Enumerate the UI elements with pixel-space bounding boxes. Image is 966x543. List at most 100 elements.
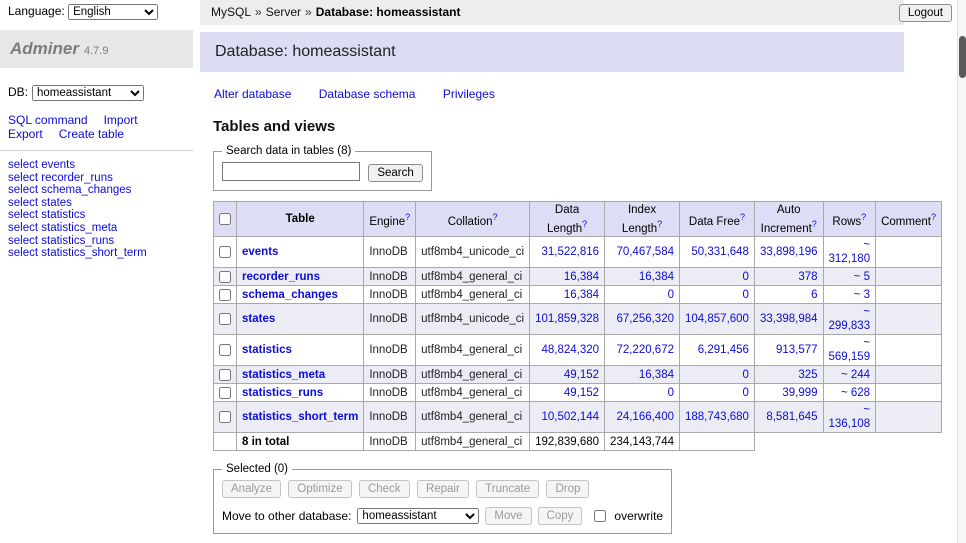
row-checkbox[interactable] bbox=[219, 313, 231, 325]
index-length-link[interactable]: 24,166,400 bbox=[616, 411, 674, 423]
data-free-link[interactable]: 0 bbox=[743, 271, 749, 283]
row-checkbox[interactable] bbox=[219, 344, 231, 356]
table-link[interactable]: statistics_meta bbox=[41, 222, 117, 234]
table-name-link[interactable]: statistics bbox=[242, 344, 292, 356]
overwrite-checkbox[interactable] bbox=[594, 510, 606, 522]
rows-link[interactable]: ~ 244 bbox=[841, 369, 870, 381]
import-link[interactable]: Import bbox=[104, 113, 138, 127]
index-length-link[interactable]: 70,467,584 bbox=[616, 246, 674, 258]
auto-increment-link[interactable]: 913,577 bbox=[776, 344, 818, 356]
table-link[interactable]: events bbox=[41, 159, 75, 171]
data-free-link[interactable]: 0 bbox=[743, 289, 749, 301]
optimize-button[interactable]: Optimize bbox=[288, 480, 351, 498]
table-link[interactable]: recorder_runs bbox=[41, 172, 113, 184]
auto-increment-link[interactable]: 39,999 bbox=[782, 387, 817, 399]
select-link[interactable]: select bbox=[8, 209, 38, 221]
help-link[interactable]: ? bbox=[740, 212, 745, 222]
data-free-link[interactable]: 188,743,680 bbox=[685, 411, 749, 423]
move-db-select[interactable]: homeassistant bbox=[357, 508, 479, 524]
logout-button[interactable]: Logout bbox=[899, 4, 952, 22]
move-button[interactable]: Move bbox=[485, 507, 531, 525]
data-length-link[interactable]: 16,384 bbox=[564, 289, 599, 301]
auto-increment-link[interactable]: 33,898,196 bbox=[760, 246, 818, 258]
row-checkbox[interactable] bbox=[219, 289, 231, 301]
table-name-link[interactable]: statistics_meta bbox=[242, 369, 325, 381]
alter-database-link[interactable]: Alter database bbox=[214, 87, 291, 101]
auto-increment-link[interactable]: 378 bbox=[798, 271, 817, 283]
select-link[interactable]: select bbox=[8, 247, 38, 259]
data-length-link[interactable]: 49,152 bbox=[564, 387, 599, 399]
data-length-link[interactable]: 49,152 bbox=[564, 369, 599, 381]
row-checkbox[interactable] bbox=[219, 369, 231, 381]
select-link[interactable]: select bbox=[8, 235, 38, 247]
help-link[interactable]: ? bbox=[582, 219, 587, 229]
rows-link[interactable]: ~ 3 bbox=[854, 289, 870, 301]
table-link[interactable]: statistics bbox=[41, 209, 85, 221]
table-name-link[interactable]: statistics_runs bbox=[242, 387, 323, 399]
data-length-link[interactable]: 101,859,328 bbox=[535, 313, 599, 325]
truncate-button[interactable]: Truncate bbox=[476, 480, 539, 498]
select-all-checkbox[interactable] bbox=[219, 213, 231, 225]
export-link[interactable]: Export bbox=[8, 127, 43, 141]
select-link[interactable]: select bbox=[8, 172, 38, 184]
help-link[interactable]: ? bbox=[492, 212, 497, 222]
table-link[interactable]: schema_changes bbox=[41, 184, 131, 196]
search-input[interactable] bbox=[222, 162, 360, 181]
auto-increment-link[interactable]: 325 bbox=[798, 369, 817, 381]
index-length-link[interactable]: 0 bbox=[668, 289, 674, 301]
rows-link[interactable]: ~ 312,180 bbox=[829, 239, 871, 265]
row-checkbox[interactable] bbox=[219, 411, 231, 423]
select-link[interactable]: select bbox=[8, 222, 38, 234]
analyze-button[interactable]: Analyze bbox=[222, 480, 281, 498]
data-free-link[interactable]: 104,857,600 bbox=[685, 313, 749, 325]
help-link[interactable]: ? bbox=[861, 212, 866, 222]
table-name-link[interactable]: recorder_runs bbox=[242, 271, 320, 283]
data-length-link[interactable]: 31,522,816 bbox=[541, 246, 599, 258]
data-free-link[interactable]: 0 bbox=[743, 387, 749, 399]
table-name-link[interactable]: schema_changes bbox=[242, 289, 338, 301]
table-name-link[interactable]: statistics_short_term bbox=[242, 411, 358, 423]
rows-link[interactable]: ~ 569,159 bbox=[829, 337, 871, 363]
help-link[interactable]: ? bbox=[657, 219, 662, 229]
scrollbar-thumb[interactable] bbox=[959, 36, 966, 78]
data-free-link[interactable]: 50,331,648 bbox=[691, 246, 749, 258]
select-link[interactable]: select bbox=[8, 159, 38, 171]
drop-button[interactable]: Drop bbox=[546, 480, 589, 498]
create-table-sidebar-link[interactable]: Create table bbox=[59, 127, 124, 141]
repair-button[interactable]: Repair bbox=[417, 480, 469, 498]
table-name-link[interactable]: states bbox=[242, 313, 275, 325]
privileges-link[interactable]: Privileges bbox=[443, 87, 495, 101]
index-length-link[interactable]: 67,256,320 bbox=[616, 313, 674, 325]
rows-link[interactable]: ~ 5 bbox=[854, 271, 870, 283]
rows-link[interactable]: ~ 628 bbox=[841, 387, 870, 399]
data-length-link[interactable]: 48,824,320 bbox=[541, 344, 599, 356]
index-length-link[interactable]: 72,220,672 bbox=[616, 344, 674, 356]
row-checkbox[interactable] bbox=[219, 271, 231, 283]
help-link[interactable]: ? bbox=[812, 219, 817, 229]
table-name-link[interactable]: events bbox=[242, 246, 278, 258]
data-length-link[interactable]: 10,502,144 bbox=[541, 411, 599, 423]
database-schema-link[interactable]: Database schema bbox=[319, 87, 416, 101]
index-length-link[interactable]: 16,384 bbox=[639, 271, 674, 283]
data-free-link[interactable]: 6,291,456 bbox=[698, 344, 749, 356]
rows-link[interactable]: ~ 136,108 bbox=[829, 404, 871, 430]
help-link[interactable]: ? bbox=[931, 212, 936, 222]
index-length-link[interactable]: 0 bbox=[668, 387, 674, 399]
copy-button[interactable]: Copy bbox=[538, 507, 583, 525]
db-select[interactable]: homeassistant bbox=[32, 85, 144, 101]
table-link[interactable]: statistics_short_term bbox=[41, 247, 146, 259]
table-link[interactable]: states bbox=[41, 197, 72, 209]
data-free-link[interactable]: 0 bbox=[743, 369, 749, 381]
breadcrumb-server-link[interactable]: Server bbox=[266, 5, 301, 19]
sql-command-link[interactable]: SQL command bbox=[8, 113, 88, 127]
select-link[interactable]: select bbox=[8, 197, 38, 209]
auto-increment-link[interactable]: 6 bbox=[811, 289, 817, 301]
rows-link[interactable]: ~ 299,833 bbox=[829, 306, 871, 332]
select-link[interactable]: select bbox=[8, 184, 38, 196]
auto-increment-link[interactable]: 33,398,984 bbox=[760, 313, 818, 325]
index-length-link[interactable]: 16,384 bbox=[639, 369, 674, 381]
scrollbar-track[interactable] bbox=[957, 0, 966, 543]
help-link[interactable]: ? bbox=[405, 212, 410, 222]
search-button[interactable]: Search bbox=[368, 164, 422, 182]
data-length-link[interactable]: 16,384 bbox=[564, 271, 599, 283]
